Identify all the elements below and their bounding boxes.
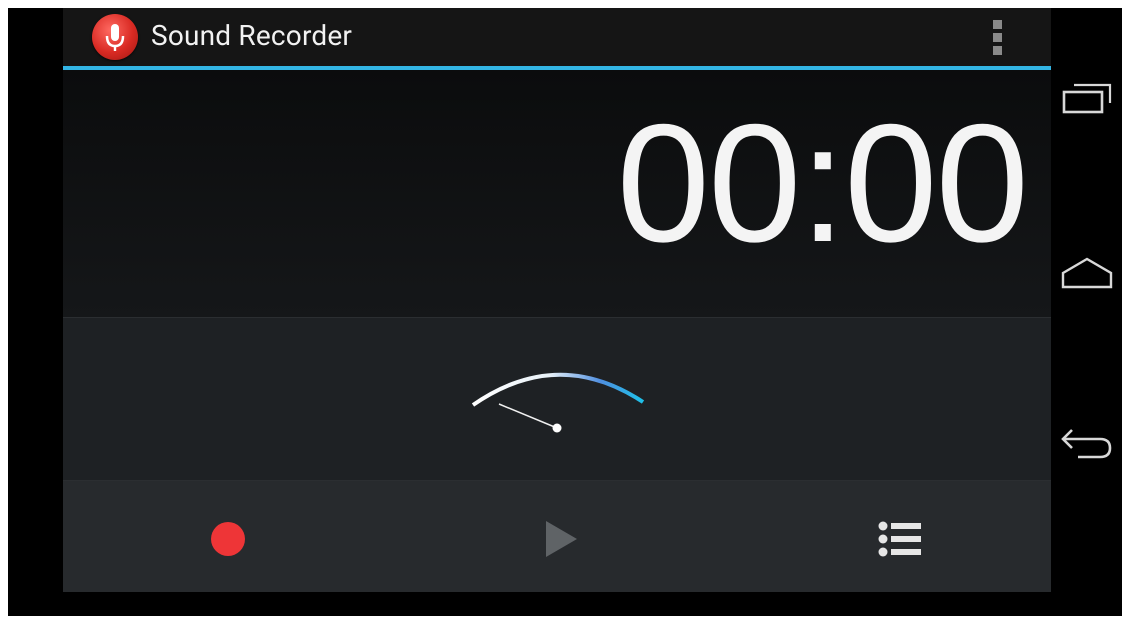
device-screen: Sound Recorder 00:00 bbox=[8, 8, 1122, 616]
action-bar: Sound Recorder bbox=[63, 8, 1051, 70]
system-navigation-bar bbox=[1051, 8, 1122, 616]
back-icon bbox=[1060, 429, 1111, 459]
microphone-icon[interactable] bbox=[92, 14, 138, 60]
home-button[interactable] bbox=[1051, 233, 1122, 313]
sound-recorder-app: Sound Recorder 00:00 bbox=[63, 8, 1051, 592]
record-icon bbox=[210, 521, 245, 556]
recordings-list-button[interactable] bbox=[721, 481, 1050, 592]
timer-panel: 00:00 bbox=[63, 70, 1051, 317]
level-meter-panel bbox=[63, 318, 1051, 480]
app-title: Sound Recorder bbox=[151, 19, 353, 52]
overflow-menu-icon[interactable] bbox=[983, 14, 1011, 60]
record-button[interactable] bbox=[63, 481, 392, 592]
controls-panel bbox=[63, 481, 1051, 592]
meter-needle bbox=[498, 403, 558, 429]
recent-apps-button[interactable] bbox=[1051, 58, 1122, 138]
meter-arc bbox=[471, 372, 645, 407]
home-icon bbox=[1061, 257, 1112, 289]
vu-meter-gauge bbox=[471, 372, 645, 433]
recordings-list-icon bbox=[878, 521, 921, 556]
back-button[interactable] bbox=[1051, 404, 1122, 484]
meter-pivot bbox=[552, 423, 562, 433]
play-button[interactable] bbox=[392, 481, 721, 592]
elapsed-time: 00:00 bbox=[616, 89, 1029, 277]
recent-apps-icon bbox=[1062, 83, 1111, 114]
play-icon bbox=[546, 520, 577, 557]
